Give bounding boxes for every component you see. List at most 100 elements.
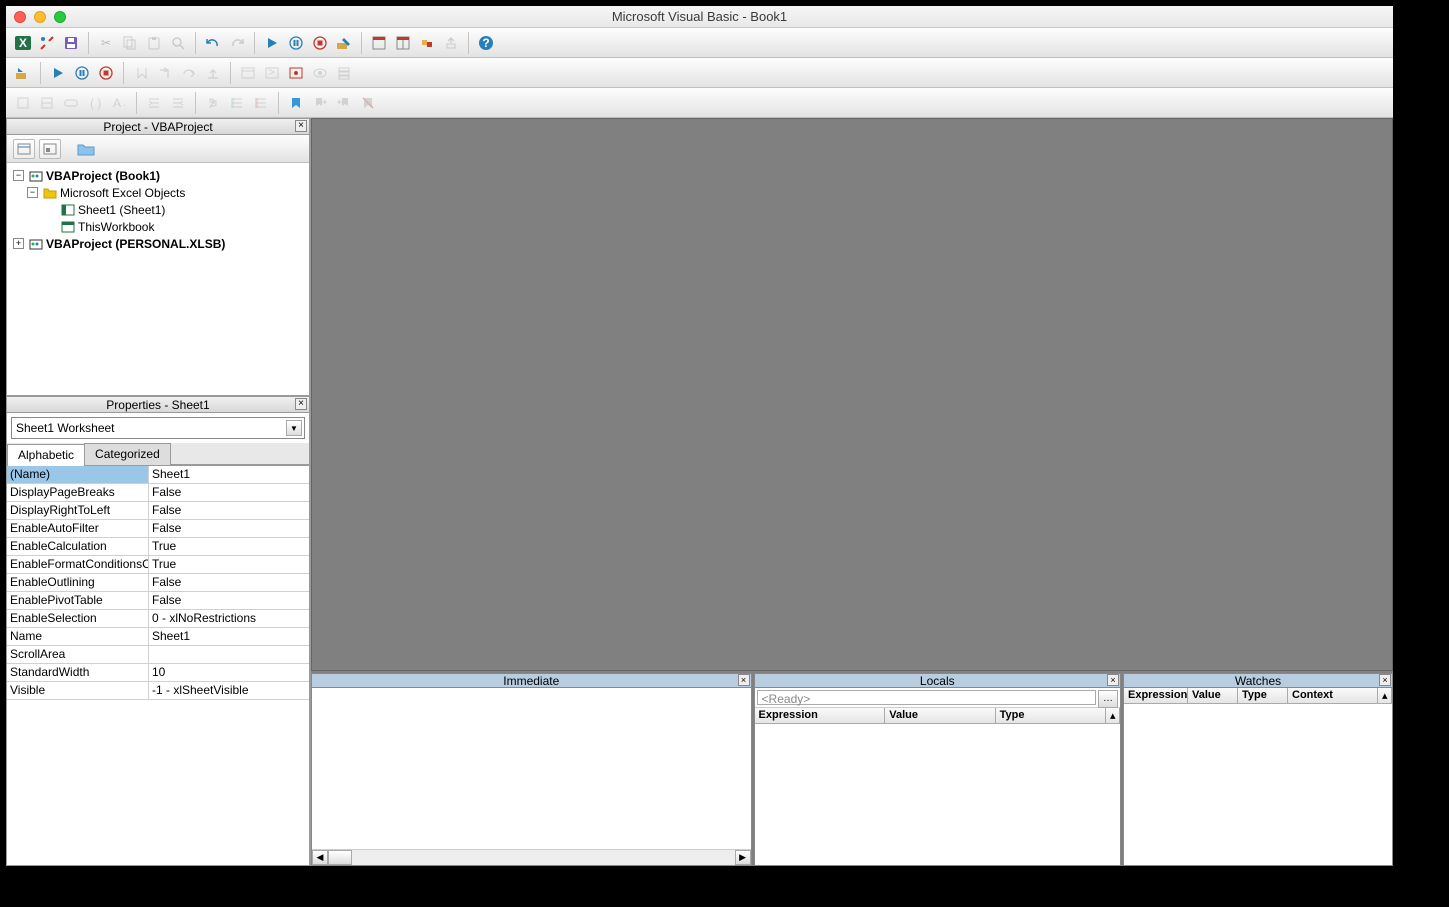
help-icon[interactable]: ?	[475, 32, 497, 54]
property-value[interactable]	[149, 646, 309, 663]
scroll-up-icon[interactable]: ▴	[1378, 688, 1392, 703]
chevron-down-icon[interactable]: ▼	[286, 420, 302, 436]
property-value[interactable]: False	[149, 502, 309, 519]
col-context[interactable]: Context	[1288, 688, 1378, 703]
view-object-icon[interactable]	[39, 139, 61, 159]
project-panel-title[interactable]: Project - VBAProject ×	[7, 119, 309, 135]
close-icon[interactable]: ×	[1107, 674, 1119, 686]
clear-bookmarks-icon[interactable]	[357, 92, 379, 114]
scroll-thumb[interactable]	[328, 850, 352, 865]
collapse-icon[interactable]: −	[13, 170, 24, 181]
breakpoint-hand-icon[interactable]	[202, 92, 224, 114]
cut-icon[interactable]: ✂	[95, 32, 117, 54]
locals-title[interactable]: Locals ×	[755, 674, 1120, 688]
close-icon[interactable]: ×	[1379, 674, 1391, 686]
collapse-icon[interactable]: −	[27, 187, 38, 198]
scroll-right-icon[interactable]: ▶	[735, 850, 751, 865]
watches-list[interactable]	[1124, 704, 1392, 865]
property-row[interactable]: Visible-1 - xlSheetVisible	[7, 682, 309, 700]
quick-info-icon[interactable]	[60, 92, 82, 114]
properties-grid[interactable]: (Name)Sheet1DisplayPageBreaksFalseDispla…	[7, 465, 309, 865]
property-row[interactable]: EnableCalculationTrue	[7, 538, 309, 556]
object-browser-icon[interactable]	[416, 32, 438, 54]
scroll-up-icon[interactable]: ▴	[1106, 708, 1120, 723]
comment-block-icon[interactable]	[226, 92, 248, 114]
pause-icon[interactable]	[285, 32, 307, 54]
quick-watch-icon[interactable]	[309, 62, 331, 84]
excel-icon[interactable]: X	[12, 32, 34, 54]
design-mode-icon[interactable]	[333, 32, 355, 54]
property-row[interactable]: ScrollArea	[7, 646, 309, 664]
tools-icon[interactable]	[36, 32, 58, 54]
tab-categorized[interactable]: Categorized	[84, 443, 171, 465]
tree-project-root[interactable]: − VBAProject (Book1)	[13, 167, 309, 184]
complete-word-icon[interactable]: A→	[108, 92, 130, 114]
tree-workbook-item[interactable]: ThisWorkbook	[45, 218, 309, 235]
run-macro-icon[interactable]	[47, 62, 69, 84]
uncomment-block-icon[interactable]	[250, 92, 272, 114]
property-value[interactable]: Sheet1	[149, 628, 309, 645]
redo-icon[interactable]	[226, 32, 248, 54]
immediate-textarea[interactable]: ◀ ▶	[312, 688, 751, 865]
property-value[interactable]: False	[149, 574, 309, 591]
property-value[interactable]: 0 - xlNoRestrictions	[149, 610, 309, 627]
property-value[interactable]: True	[149, 556, 309, 573]
prev-bookmark-icon[interactable]	[333, 92, 355, 114]
next-bookmark-icon[interactable]	[309, 92, 331, 114]
watch-window-icon[interactable]	[285, 62, 307, 84]
property-row[interactable]: (Name)Sheet1	[7, 466, 309, 484]
tree-sheet-item[interactable]: Sheet1 (Sheet1)	[45, 201, 309, 218]
expand-icon[interactable]: +	[13, 238, 24, 249]
undo-icon[interactable]	[202, 32, 224, 54]
toggle-bookmark-icon[interactable]	[285, 92, 307, 114]
parameter-info-icon[interactable]: ( )	[84, 92, 106, 114]
col-type[interactable]: Type	[996, 708, 1106, 723]
tree-folder[interactable]: − Microsoft Excel Objects	[27, 184, 309, 201]
find-icon[interactable]	[167, 32, 189, 54]
property-value[interactable]: True	[149, 538, 309, 555]
project-tree[interactable]: − VBAProject (Book1) − Microsoft Excel O…	[7, 163, 309, 395]
toggle-breakpoint-icon[interactable]	[130, 62, 152, 84]
tree-project-root[interactable]: + VBAProject (PERSONAL.XLSB)	[13, 235, 309, 252]
locals-list[interactable]	[755, 724, 1120, 865]
property-value[interactable]: False	[149, 592, 309, 609]
property-row[interactable]: EnableOutliningFalse	[7, 574, 309, 592]
property-row[interactable]: NameSheet1	[7, 628, 309, 646]
property-row[interactable]: EnableSelection0 - xlNoRestrictions	[7, 610, 309, 628]
run-icon[interactable]	[261, 32, 283, 54]
property-row[interactable]: DisplayRightToLeftFalse	[7, 502, 309, 520]
properties-panel-title[interactable]: Properties - Sheet1 ×	[7, 397, 309, 413]
scroll-left-icon[interactable]: ◀	[312, 850, 328, 865]
compile-icon[interactable]	[12, 62, 34, 84]
step-over-icon[interactable]	[178, 62, 200, 84]
list-properties-icon[interactable]	[12, 92, 34, 114]
property-value[interactable]: -1 - xlSheetVisible	[149, 682, 309, 699]
outdent-icon[interactable]	[167, 92, 189, 114]
close-icon[interactable]: ×	[295, 398, 307, 410]
property-row[interactable]: EnableFormatConditionsCalculationTrue	[7, 556, 309, 574]
property-value[interactable]: False	[149, 484, 309, 501]
col-value[interactable]: Value	[885, 708, 995, 723]
step-into-icon[interactable]	[154, 62, 176, 84]
properties-object-dropdown[interactable]: Sheet1 Worksheet ▼	[11, 417, 305, 439]
property-value[interactable]: Sheet1	[149, 466, 309, 483]
close-icon[interactable]: ×	[738, 674, 750, 686]
project-explorer-icon[interactable]	[368, 32, 390, 54]
indent-icon[interactable]	[143, 92, 165, 114]
immediate-title[interactable]: Immediate ×	[312, 674, 751, 688]
properties-window-icon[interactable]	[392, 32, 414, 54]
toggle-folders-icon[interactable]	[75, 139, 97, 159]
paste-icon[interactable]	[143, 32, 165, 54]
titlebar[interactable]: Microsoft Visual Basic - Book1	[6, 6, 1393, 28]
property-value[interactable]: 10	[149, 664, 309, 681]
immediate-window-icon[interactable]: >	[261, 62, 283, 84]
close-icon[interactable]: ×	[295, 120, 307, 132]
save-icon[interactable]	[60, 32, 82, 54]
call-stack-icon[interactable]	[333, 62, 355, 84]
call-stack-button[interactable]: …	[1098, 690, 1118, 708]
col-value[interactable]: Value	[1188, 688, 1238, 703]
property-value[interactable]: False	[149, 520, 309, 537]
stop-icon[interactable]	[309, 32, 331, 54]
property-row[interactable]: EnablePivotTableFalse	[7, 592, 309, 610]
locals-window-icon[interactable]	[237, 62, 259, 84]
